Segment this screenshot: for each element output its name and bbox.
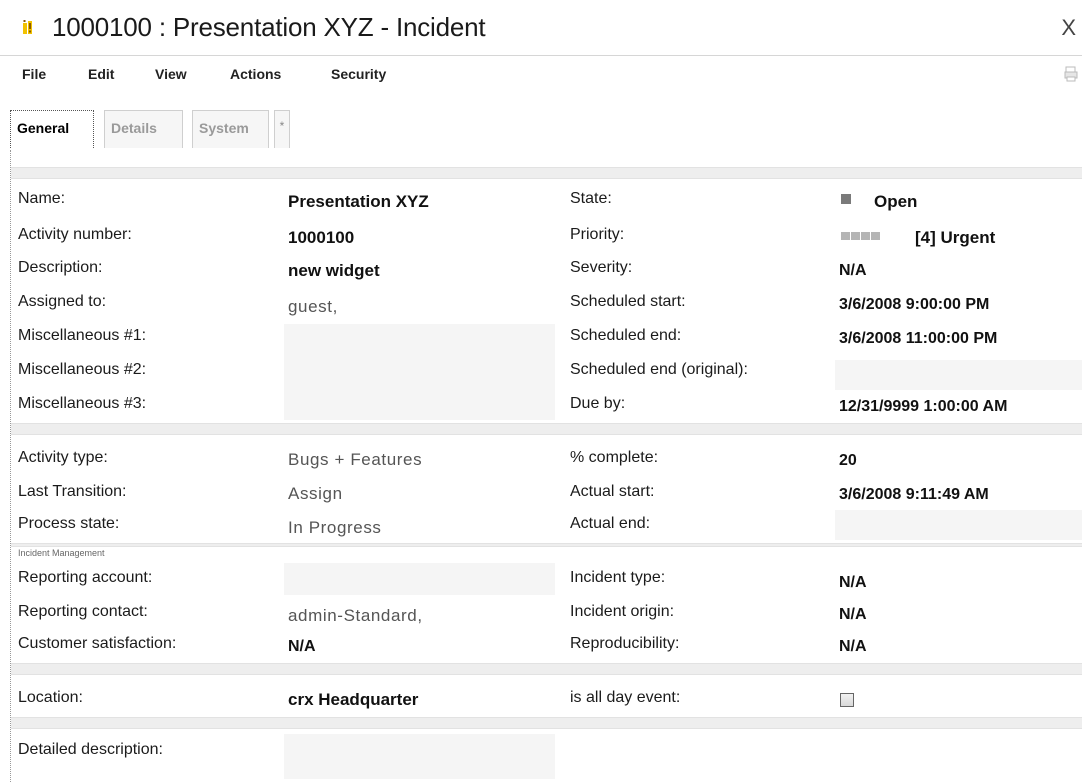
actual-end-label: Actual end: [570, 515, 651, 532]
incident-icon [23, 20, 32, 34]
incident-type-label: Incident type: [570, 569, 666, 586]
section-separator [11, 717, 1082, 729]
reproducibility-value[interactable]: N/A [839, 638, 867, 656]
severity-label: Severity: [570, 259, 633, 276]
customer-satisfaction-label: Customer satisfaction: [18, 635, 177, 652]
section-separator [11, 423, 1082, 435]
incident-origin-value[interactable]: N/A [839, 606, 867, 624]
activity-type-value[interactable]: Bugs + Features [288, 450, 422, 470]
scheduled-start-value[interactable]: 3/6/2008 9:00:00 PM [839, 296, 989, 314]
menu-edit[interactable]: Edit [88, 66, 114, 82]
incident-type-value[interactable]: N/A [839, 574, 867, 592]
last-transition-value: Assign [288, 484, 343, 503]
menu-file[interactable]: File [22, 66, 46, 82]
last-transition-label: Last Transition: [18, 483, 127, 500]
section-separator [11, 167, 1082, 179]
due-by-value[interactable]: 12/31/9999 1:00:00 AM [839, 398, 1007, 416]
empty-value-cell [284, 734, 555, 779]
state-label: State: [570, 190, 612, 207]
detailed-description-label: Detailed description: [18, 741, 163, 758]
menu-view[interactable]: View [155, 66, 187, 82]
empty-value-cell [284, 563, 555, 595]
menu-actions[interactable]: Actions [230, 66, 281, 82]
tab-system[interactable]: System [192, 110, 269, 148]
priority-value[interactable]: [4] Urgent [915, 228, 995, 248]
description-value[interactable]: new widget [288, 261, 380, 281]
tab-more[interactable]: * [274, 110, 290, 148]
assigned-to-value[interactable]: guest, [288, 297, 338, 317]
process-state-value: In Progress [288, 518, 382, 537]
location-label: Location: [18, 689, 83, 706]
tab-details[interactable]: Details [104, 110, 183, 148]
actual-start-label: Actual start: [570, 483, 655, 500]
window-titlebar: 1000100 : Presentation XYZ - Incident X [0, 0, 1082, 56]
menu-bar: File Edit View Actions Security [0, 56, 1082, 94]
activity-number-value: 1000100 [288, 228, 355, 247]
percent-complete-label: % complete: [570, 449, 659, 466]
description-label: Description: [18, 259, 103, 276]
scheduled-start-label: Scheduled start: [570, 293, 686, 310]
misc3-label: Miscellaneous #3: [18, 395, 147, 412]
misc1-label: Miscellaneous #1: [18, 327, 147, 344]
reporting-contact-value[interactable]: admin-Standard, [288, 606, 423, 626]
priority-bars-icon [841, 227, 881, 240]
empty-value-cell [284, 324, 555, 420]
reporting-account-label: Reporting account: [18, 569, 153, 586]
tab-general[interactable]: General [10, 110, 94, 148]
location-value[interactable]: crx Headquarter [288, 690, 418, 710]
window-title: 1000100 : Presentation XYZ - Incident [52, 12, 486, 42]
customer-satisfaction-value[interactable]: N/A [288, 638, 316, 656]
section-separator [11, 663, 1082, 675]
empty-value-cell [835, 360, 1082, 390]
assigned-to-label: Assigned to: [18, 293, 107, 310]
name-label: Name: [18, 190, 66, 207]
severity-value[interactable]: N/A [839, 262, 867, 280]
process-state-label: Process state: [18, 515, 120, 532]
all-day-event-label: is all day event: [570, 689, 681, 706]
actual-start-value[interactable]: 3/6/2008 9:11:49 AM [839, 486, 989, 504]
misc2-label: Miscellaneous #2: [18, 361, 147, 378]
incident-origin-label: Incident origin: [570, 603, 675, 620]
scheduled-end-value[interactable]: 3/6/2008 11:00:00 PM [839, 330, 997, 348]
empty-value-cell [835, 510, 1082, 540]
due-by-label: Due by: [570, 395, 626, 412]
scheduled-end-original-label: Scheduled end (original): [570, 361, 748, 378]
close-button[interactable]: X [1056, 15, 1076, 43]
section-separator [11, 543, 1082, 547]
state-indicator-icon [841, 194, 851, 204]
all-day-event-checkbox[interactable] [840, 693, 854, 707]
incident-section-title: Incident Management [18, 548, 105, 558]
name-value[interactable]: Presentation XYZ [288, 192, 429, 212]
reproducibility-label: Reproducibility: [570, 635, 680, 652]
reporting-contact-label: Reporting contact: [18, 603, 148, 620]
menu-security[interactable]: Security [331, 66, 386, 82]
scheduled-end-label: Scheduled end: [570, 327, 682, 344]
percent-complete-value[interactable]: 20 [839, 452, 857, 470]
activity-type-label: Activity type: [18, 449, 108, 466]
activity-number-label: Activity number: [18, 226, 132, 243]
print-icon[interactable] [1064, 66, 1078, 82]
state-value[interactable]: Open [874, 192, 917, 212]
priority-label: Priority: [570, 226, 625, 243]
